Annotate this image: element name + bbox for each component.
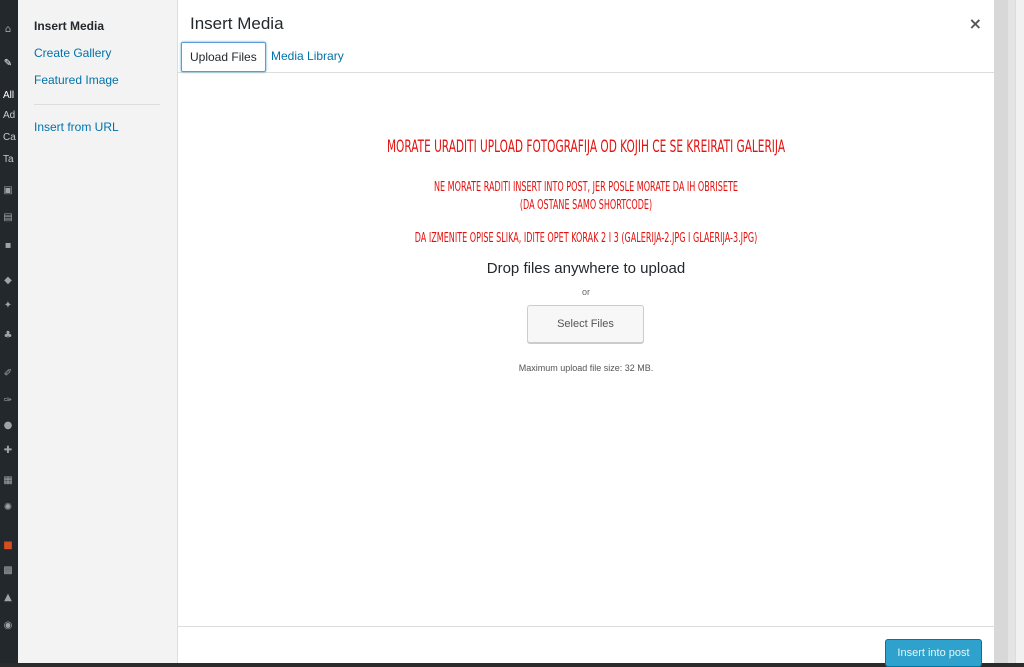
admin-label-add[interactable]: Ad bbox=[3, 110, 15, 121]
page-edge bbox=[994, 0, 1008, 663]
notice-line-3: (DA OSTANE SAMO SHORTCODE) bbox=[519, 198, 653, 213]
admin-sidebar: ⌂ ✎ All Ad Ca Ta ▣ ▤ ▪ ◆ ✦ ♣ ✐ ✑ ● ✚ ▦ ✺… bbox=[0, 0, 18, 663]
menu-item-create-gallery[interactable]: Create Gallery bbox=[34, 46, 111, 60]
users-icon[interactable]: ♣ bbox=[2, 330, 14, 342]
wrench-icon[interactable]: ✚ bbox=[2, 445, 14, 457]
media-modal: Insert Media Create Gallery Featured Ima… bbox=[18, 0, 994, 667]
appearance-icon[interactable]: ◆ bbox=[2, 275, 14, 287]
notice-line-2: NE MORATE RADITI INSERT INTO POST, JER P… bbox=[433, 180, 739, 195]
tab-media-library[interactable]: Media Library bbox=[263, 42, 352, 70]
page-background-right bbox=[994, 0, 1024, 663]
max-upload-size: Maximum upload file size: 32 MB. bbox=[518, 363, 654, 373]
plugin-badge-icon[interactable]: ■ bbox=[2, 540, 14, 552]
comments-icon[interactable]: ▪ bbox=[2, 240, 14, 252]
pages-icon[interactable]: ▤ bbox=[2, 212, 14, 224]
settings-icon[interactable]: ✑ bbox=[2, 395, 14, 407]
upload-content[interactable]: MORATE URADITI UPLOAD FOTOGRAFIJA OD KOJ… bbox=[178, 73, 994, 626]
media-menu: Insert Media Create Gallery Featured Ima… bbox=[18, 0, 178, 663]
user-icon[interactable]: ● bbox=[2, 420, 14, 432]
pin-icon[interactable]: ✎ bbox=[2, 58, 14, 70]
media-toolbar: Insert into post bbox=[178, 626, 994, 667]
modal-title: Insert Media bbox=[190, 14, 284, 33]
grid-icon[interactable]: ▦ bbox=[2, 475, 14, 487]
select-files-button[interactable]: Select Files bbox=[527, 305, 644, 343]
notice-line-4: DA IZMENITE OPISE SLIKA, IDITE OPET KORA… bbox=[414, 231, 758, 246]
dashboard-icon[interactable]: ⌂ bbox=[2, 24, 14, 36]
menu-separator bbox=[34, 104, 160, 105]
notice-line-1: MORATE URADITI UPLOAD FOTOGRAFIJA OD KOJ… bbox=[386, 137, 786, 157]
admin-label-all[interactable]: All bbox=[3, 90, 14, 101]
close-icon[interactable]: × bbox=[969, 14, 982, 33]
image-icon[interactable]: ▩ bbox=[2, 565, 14, 577]
brush-icon[interactable]: ▲ bbox=[2, 592, 14, 604]
tools-icon[interactable]: ✐ bbox=[2, 368, 14, 380]
media-icon[interactable]: ▣ bbox=[2, 185, 14, 197]
drop-instructions: Drop files anywhere to upload bbox=[486, 260, 686, 277]
menu-item-featured-image[interactable]: Featured Image bbox=[34, 73, 119, 87]
media-frame: Insert Media × Upload Files Media Librar… bbox=[178, 0, 994, 667]
admin-label-tags[interactable]: Ta bbox=[3, 154, 14, 165]
router-tabs: Upload Files Media Library bbox=[178, 42, 994, 73]
gear-icon[interactable]: ✺ bbox=[2, 502, 14, 514]
menu-item-insert-media[interactable]: Insert Media bbox=[34, 19, 104, 33]
admin-label-categories[interactable]: Ca bbox=[3, 132, 16, 143]
menu-item-insert-from-url[interactable]: Insert from URL bbox=[34, 120, 119, 134]
or-label: or bbox=[581, 287, 590, 297]
plugins-icon[interactable]: ✦ bbox=[2, 300, 14, 312]
page-scrollbar[interactable] bbox=[1015, 0, 1024, 663]
collapse-icon[interactable]: ◉ bbox=[2, 620, 14, 632]
tab-upload-files[interactable]: Upload Files bbox=[181, 42, 266, 72]
